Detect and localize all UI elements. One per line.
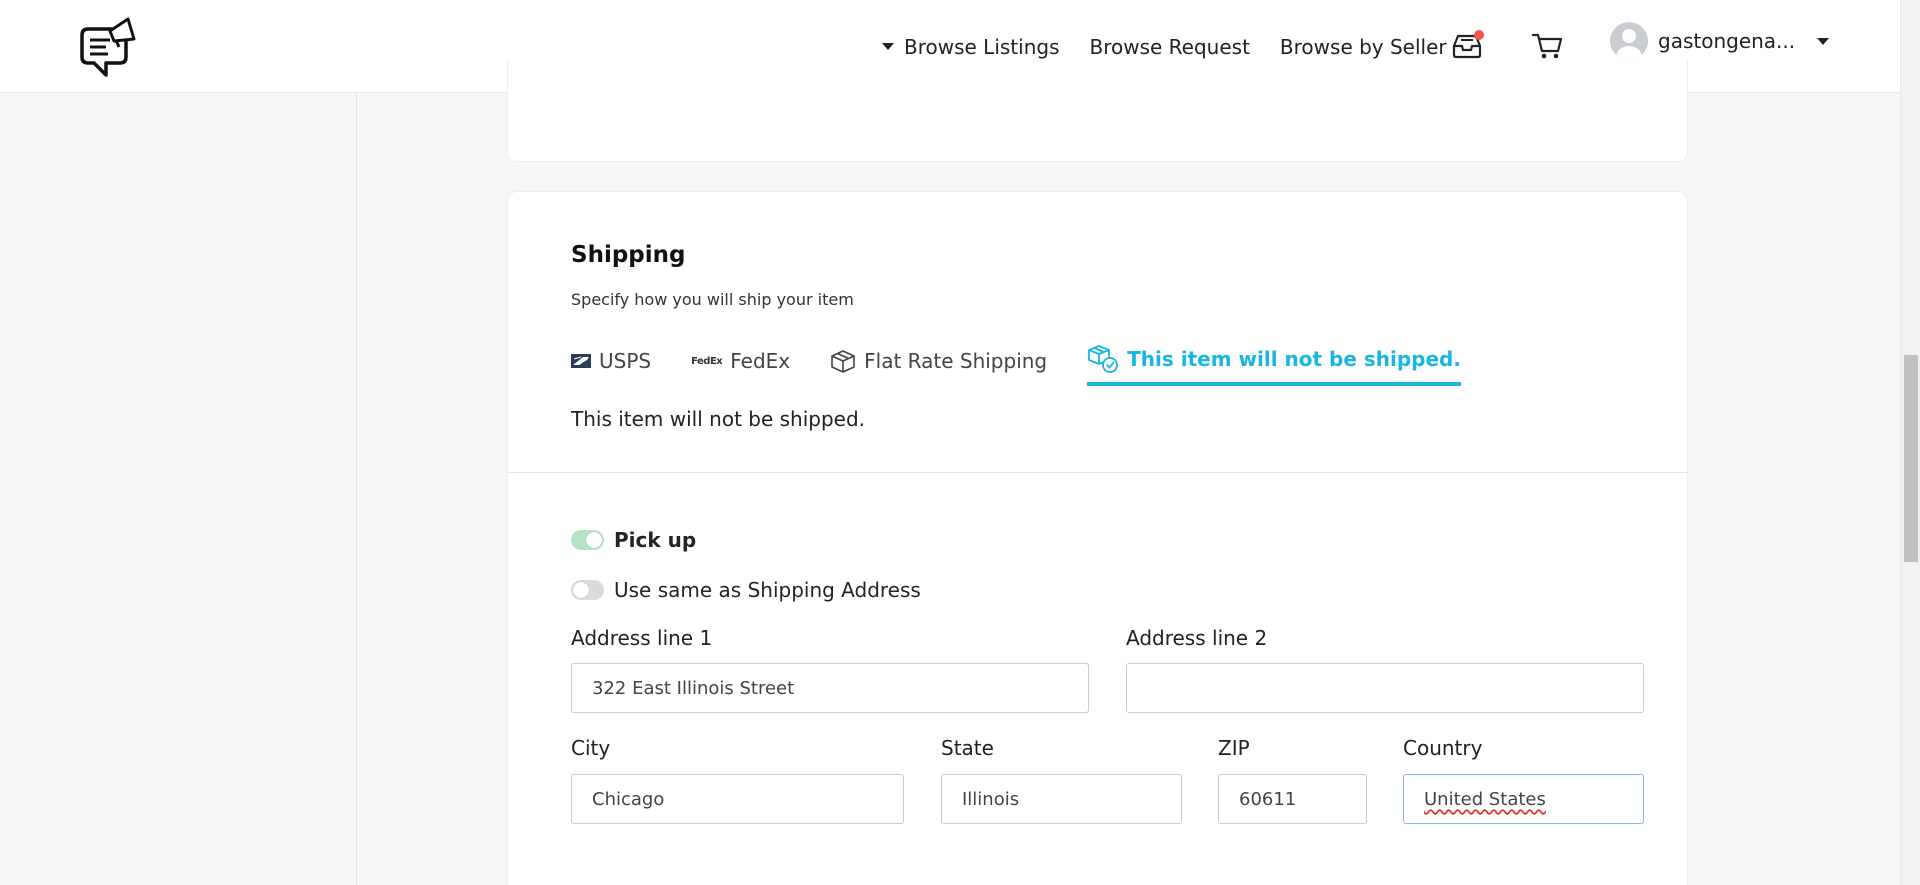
pickup-toggle[interactable] bbox=[571, 530, 604, 550]
tab-flat-rate[interactable]: Flat Rate Shipping bbox=[830, 344, 1047, 378]
tab-usps-label: USPS bbox=[599, 349, 652, 373]
address-line1-input[interactable]: 322 East Illinois Street bbox=[571, 663, 1089, 713]
nav-browse-by-seller[interactable]: Browse by Seller bbox=[1280, 35, 1447, 59]
zip-value: 60611 bbox=[1239, 788, 1297, 810]
caret-down-icon bbox=[882, 43, 894, 50]
cart-icon bbox=[1531, 33, 1563, 59]
pickup-row: Pick up bbox=[571, 528, 696, 552]
city-label: City bbox=[571, 736, 611, 760]
same-address-toggle[interactable] bbox=[571, 580, 604, 600]
address-line1-label: Address line 1 bbox=[571, 626, 713, 650]
caret-down-icon bbox=[1817, 37, 1830, 45]
pickup-label: Pick up bbox=[614, 528, 697, 552]
username: gastongena... bbox=[1658, 29, 1796, 53]
nav-browse-listings-label: Browse Listings bbox=[904, 34, 1060, 59]
nav-browse-by-seller-label: Browse by Seller bbox=[1279, 34, 1447, 59]
country-input[interactable]: United States bbox=[1403, 774, 1644, 824]
country-label: Country bbox=[1403, 736, 1483, 760]
city-input[interactable]: Chicago bbox=[571, 774, 904, 824]
shipping-tabs: USPS FedEx FedEx Flat Rate Shipping This… bbox=[571, 344, 1501, 386]
nav-browse-listings[interactable]: Browse Listings bbox=[882, 35, 1060, 59]
site-logo-icon[interactable] bbox=[76, 13, 138, 79]
user-menu[interactable]: gastongena... bbox=[1610, 22, 1830, 60]
previous-section-card bbox=[507, 60, 1688, 162]
state-input[interactable]: Illinois bbox=[941, 774, 1182, 824]
scrollbar-thumb[interactable] bbox=[1904, 355, 1918, 562]
address-line1-value: 322 East Illinois Street bbox=[592, 677, 795, 699]
tab-fedex[interactable]: FedEx FedEx bbox=[691, 344, 790, 378]
address-line2-label: Address line 2 bbox=[1126, 626, 1268, 650]
avatar bbox=[1610, 22, 1648, 60]
zip-label: ZIP bbox=[1218, 736, 1250, 760]
cart-button[interactable] bbox=[1530, 28, 1566, 64]
state-value: Illinois bbox=[962, 788, 1020, 810]
tab-not-shipped[interactable]: This item will not be shipped. bbox=[1087, 344, 1461, 386]
tab-usps[interactable]: USPS bbox=[571, 344, 651, 378]
zip-input[interactable]: 60611 bbox=[1218, 774, 1367, 824]
box-check-icon bbox=[1088, 345, 1119, 373]
box-icon bbox=[831, 350, 855, 373]
city-value: Chicago bbox=[592, 788, 665, 810]
tab-fedex-label: FedEx bbox=[730, 349, 791, 373]
same-address-row: Use same as Shipping Address bbox=[571, 578, 921, 602]
tab-not-shipped-label: This item will not be shipped. bbox=[1127, 347, 1461, 371]
notification-dot bbox=[1474, 30, 1484, 40]
inbox-button[interactable] bbox=[1450, 28, 1486, 64]
country-value: United States bbox=[1424, 788, 1546, 810]
nav-browse-request-label: Browse Request bbox=[1089, 34, 1250, 59]
nav-browse-request[interactable]: Browse Request bbox=[1090, 35, 1250, 59]
left-sidebar bbox=[0, 93, 357, 885]
usps-icon bbox=[571, 354, 591, 368]
tab-flat-rate-label: Flat Rate Shipping bbox=[864, 349, 1048, 373]
section-title: Shipping bbox=[571, 242, 686, 268]
section-subtitle: Specify how you will ship your item bbox=[571, 290, 854, 309]
shipping-card: Shipping Specify how you will ship your … bbox=[507, 191, 1688, 885]
divider bbox=[508, 472, 1687, 473]
same-address-label: Use same as Shipping Address bbox=[614, 578, 921, 602]
fedex-icon: FedEx bbox=[691, 355, 723, 367]
page-scrollbar[interactable] bbox=[1900, 0, 1920, 885]
tab-panel-text: This item will not be shipped. bbox=[571, 407, 866, 431]
state-label: State bbox=[941, 736, 994, 760]
address-line2-input[interactable] bbox=[1126, 663, 1644, 713]
